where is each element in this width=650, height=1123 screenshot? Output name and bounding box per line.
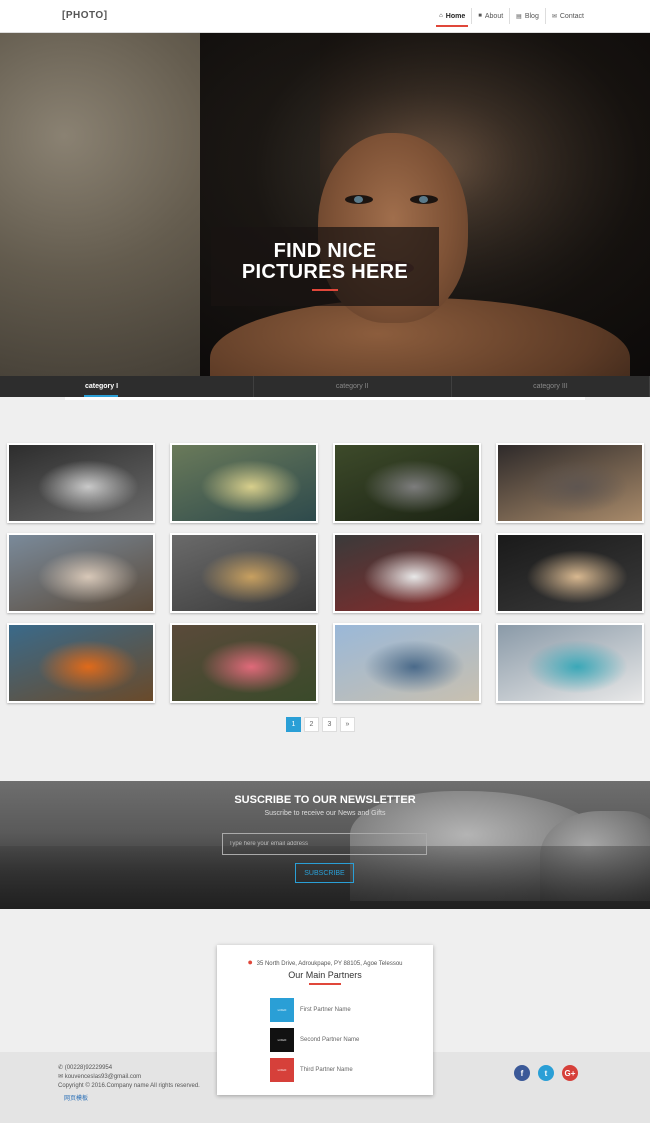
- partner-name: Second Partner Name: [300, 1037, 360, 1043]
- gallery-photo[interactable]: [7, 533, 155, 613]
- nav-blog[interactable]: ▤ Blog: [509, 8, 545, 24]
- phone-icon: ✆: [58, 1065, 64, 1071]
- category-tabs: category I category II category III: [0, 376, 650, 397]
- social-links: f t G+: [514, 1065, 578, 1081]
- gallery-photo[interactable]: [7, 443, 155, 523]
- footer-contact: ✆ (00228)92229954 ✉ kouvenceslas93@gmail…: [58, 1064, 200, 1104]
- navbar: [PHOTO] ⌂ Home ■ About ▤ Blog ✉ Contact: [0, 0, 650, 33]
- gallery-photo[interactable]: [170, 533, 318, 613]
- nav-blog-label: Blog: [524, 12, 539, 20]
- nav-contact-label: Contact: [559, 12, 584, 20]
- home-icon: ⌂: [439, 13, 443, 19]
- tab-category-3[interactable]: category III: [452, 376, 650, 397]
- hero-eye-left: [345, 195, 373, 204]
- nav-about-label: About: [484, 12, 504, 20]
- brand-logo[interactable]: [PHOTO]: [62, 10, 108, 21]
- partner-item[interactable]: LOGO Second Partner Name: [270, 1028, 359, 1052]
- map-pin-icon: ●: [247, 957, 253, 967]
- gallery-photo[interactable]: [496, 623, 644, 703]
- subscribe-button[interactable]: SUBSCRIBE: [295, 863, 354, 883]
- newsletter-email-input[interactable]: [222, 833, 427, 855]
- twitter-icon[interactable]: t: [538, 1065, 554, 1081]
- footer-link[interactable]: 网页模板: [64, 1095, 200, 1104]
- hero-title: FIND NICE PICTURES HERE: [211, 241, 439, 283]
- gallery-photo[interactable]: [333, 443, 481, 523]
- footer-copyright: Copyright © 2016.Company name All rights…: [58, 1083, 200, 1089]
- hero-title-line2: PICTURES HERE: [241, 261, 409, 283]
- photo-gallery: [7, 443, 644, 703]
- hero-title-line1: FIND NICE: [273, 240, 377, 262]
- partner-item[interactable]: LOGO Third Partner Name: [270, 1058, 353, 1082]
- gallery-photo[interactable]: [170, 623, 318, 703]
- gallery-photo[interactable]: [333, 533, 481, 613]
- main-nav: ⌂ Home ■ About ▤ Blog ✉ Contact: [433, 8, 590, 27]
- nav-home-label: Home: [445, 12, 466, 20]
- hero-eye-right: [410, 195, 438, 204]
- gallery-photo[interactable]: [496, 443, 644, 523]
- footer-phone: ✆ (00228)92229954: [58, 1064, 200, 1073]
- google-plus-icon[interactable]: G+: [562, 1065, 578, 1081]
- newsletter-subtitle: Suscribe to receive our News and Gifts: [264, 810, 386, 817]
- footer-phone-text: (00228)92229954: [64, 1065, 113, 1071]
- envelope-icon: ✉: [58, 1074, 64, 1080]
- gallery-photo[interactable]: [496, 533, 644, 613]
- hero-caption: FIND NICE PICTURES HERE: [211, 227, 439, 306]
- page-next[interactable]: »: [340, 717, 355, 732]
- footer-email: ✉ kouvenceslas93@gmail.com: [58, 1073, 200, 1082]
- hero-underline: [312, 289, 338, 291]
- pagination: 1 2 3 »: [286, 717, 355, 732]
- nav-home[interactable]: ⌂ Home: [433, 8, 471, 27]
- facebook-icon[interactable]: f: [514, 1065, 530, 1081]
- tab-category-1[interactable]: category I: [0, 376, 254, 397]
- partner-logo: LOGO: [270, 1058, 294, 1082]
- tab-category-2[interactable]: category II: [254, 376, 452, 397]
- partner-address: ● 35 North Drive, Adroukpape, PY 88105, …: [217, 957, 433, 967]
- partners-card: ● 35 North Drive, Adroukpape, PY 88105, …: [217, 945, 433, 1095]
- newsletter-section: SUSCRIBE TO OUR NEWSLETTER Suscribe to r…: [0, 781, 650, 909]
- gallery-photo[interactable]: [7, 623, 155, 703]
- document-icon: ▤: [516, 13, 522, 20]
- gallery-photo[interactable]: [333, 623, 481, 703]
- page-2[interactable]: 2: [304, 717, 319, 732]
- partner-item[interactable]: LOGO First Partner Name: [270, 998, 351, 1022]
- partner-name: First Partner Name: [300, 1007, 351, 1013]
- partners-title-underline: [309, 983, 341, 985]
- page-1[interactable]: 1: [286, 717, 301, 732]
- tabs-underline-bar: [65, 397, 585, 400]
- partners-title: Our Main Partners: [288, 970, 362, 980]
- page-3[interactable]: 3: [322, 717, 337, 732]
- partner-address-text: 35 North Drive, Adroukpape, PY 88105, Ag…: [256, 961, 403, 967]
- partner-logo: LOGO: [270, 1028, 294, 1052]
- partner-name: Third Partner Name: [300, 1067, 353, 1073]
- footer-email-text: kouvenceslas93@gmail.com: [64, 1074, 142, 1080]
- partner-logo: LOGO: [270, 998, 294, 1022]
- newsletter-title: SUSCRIBE TO OUR NEWSLETTER: [234, 794, 416, 806]
- bookmark-icon: ■: [478, 13, 482, 19]
- gallery-photo[interactable]: [170, 443, 318, 523]
- nav-contact[interactable]: ✉ Contact: [544, 8, 590, 24]
- envelope-icon: ✉: [551, 13, 557, 20]
- hero-banner: FIND NICE PICTURES HERE: [0, 33, 650, 376]
- nav-about[interactable]: ■ About: [471, 8, 509, 24]
